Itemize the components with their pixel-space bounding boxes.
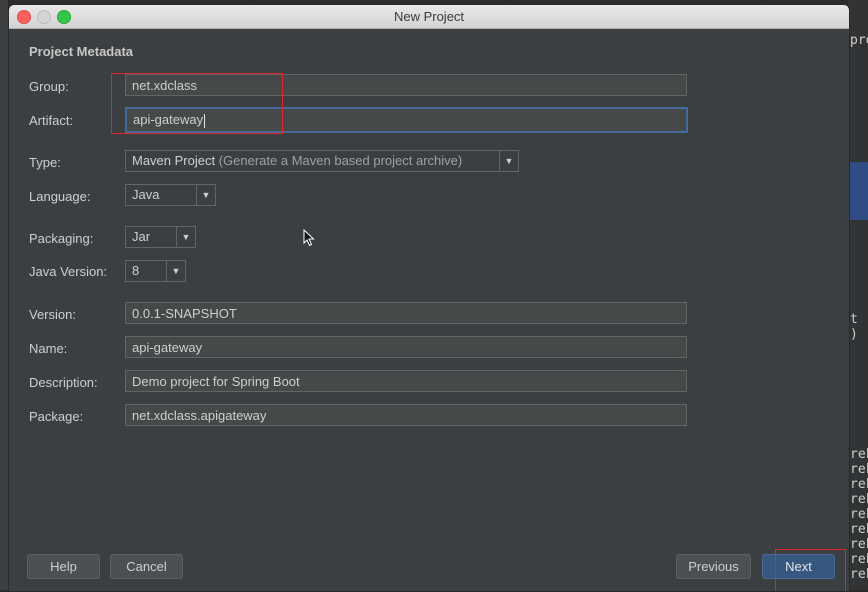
group-input[interactable]: net.xdclass xyxy=(125,74,687,96)
previous-button[interactable]: Previous xyxy=(676,554,751,579)
ide-text-fragment: t ) xyxy=(850,312,858,342)
language-label: Language: xyxy=(29,189,91,204)
ide-console-line: rek xyxy=(850,552,868,567)
ide-left-toolbar xyxy=(0,0,8,590)
language-select[interactable]: Java ▼ xyxy=(125,184,216,206)
ide-console-line: rek xyxy=(850,492,868,507)
description-label: Description: xyxy=(29,375,98,390)
next-button[interactable]: Next xyxy=(762,554,835,579)
artifact-value: api-gateway xyxy=(133,112,204,127)
type-select[interactable]: Maven Project (Generate a Maven based pr… xyxy=(125,150,519,172)
package-label: Package: xyxy=(29,409,84,424)
name-label: Name: xyxy=(29,341,68,356)
ide-selection-highlight xyxy=(848,162,868,220)
type-value: Maven Project xyxy=(132,153,216,168)
artifact-label: Artifact: xyxy=(29,113,74,128)
java-version-select[interactable]: 8 ▼ xyxy=(125,260,186,282)
title-bar: New Project xyxy=(9,5,849,29)
ide-console-line: rek xyxy=(850,447,868,462)
help-button[interactable]: Help xyxy=(27,554,100,579)
ide-console-line: rek xyxy=(850,477,868,492)
text-caret xyxy=(204,113,206,128)
packaging-value: Jar xyxy=(132,229,151,244)
window-title: New Project xyxy=(393,9,465,24)
version-input[interactable]: 0.0.1-SNAPSHOT xyxy=(125,302,687,324)
ide-console-line: rek xyxy=(850,522,868,537)
chevron-down-icon: ▼ xyxy=(196,185,215,205)
chevron-down-icon: ▼ xyxy=(499,151,518,171)
packaging-select[interactable]: Jar ▼ xyxy=(125,226,196,248)
artifact-input[interactable]: api-gateway xyxy=(125,107,688,133)
language-value: Java xyxy=(132,187,160,202)
ide-console-line: rek xyxy=(850,507,868,522)
version-label: Version: xyxy=(29,307,76,322)
ide-console-line: rek xyxy=(850,567,868,582)
group-label: Group: xyxy=(29,79,69,94)
ide-text-fragment: pro xyxy=(850,33,868,48)
type-hint: (Generate a Maven based project archive) xyxy=(218,153,463,168)
type-label: Type: xyxy=(29,155,61,170)
mouse-cursor-icon xyxy=(303,229,315,247)
section-title: Project Metadata xyxy=(29,44,134,59)
description-input[interactable]: Demo project for Spring Boot xyxy=(125,370,687,392)
chevron-down-icon: ▼ xyxy=(176,227,195,247)
package-input[interactable]: net.xdclass.apigateway xyxy=(125,404,687,426)
packaging-label: Packaging: xyxy=(29,231,94,246)
cancel-button[interactable]: Cancel xyxy=(110,554,183,579)
java-version-value: 8 xyxy=(132,263,140,278)
ide-console-line: rek xyxy=(850,537,868,552)
ide-console-line: rek xyxy=(850,462,868,477)
new-project-dialog: New Project Project Metadata Group: net.… xyxy=(8,4,850,592)
name-input[interactable]: api-gateway xyxy=(125,336,687,358)
chevron-down-icon: ▼ xyxy=(166,261,185,281)
java-version-label: Java Version: xyxy=(29,264,108,279)
